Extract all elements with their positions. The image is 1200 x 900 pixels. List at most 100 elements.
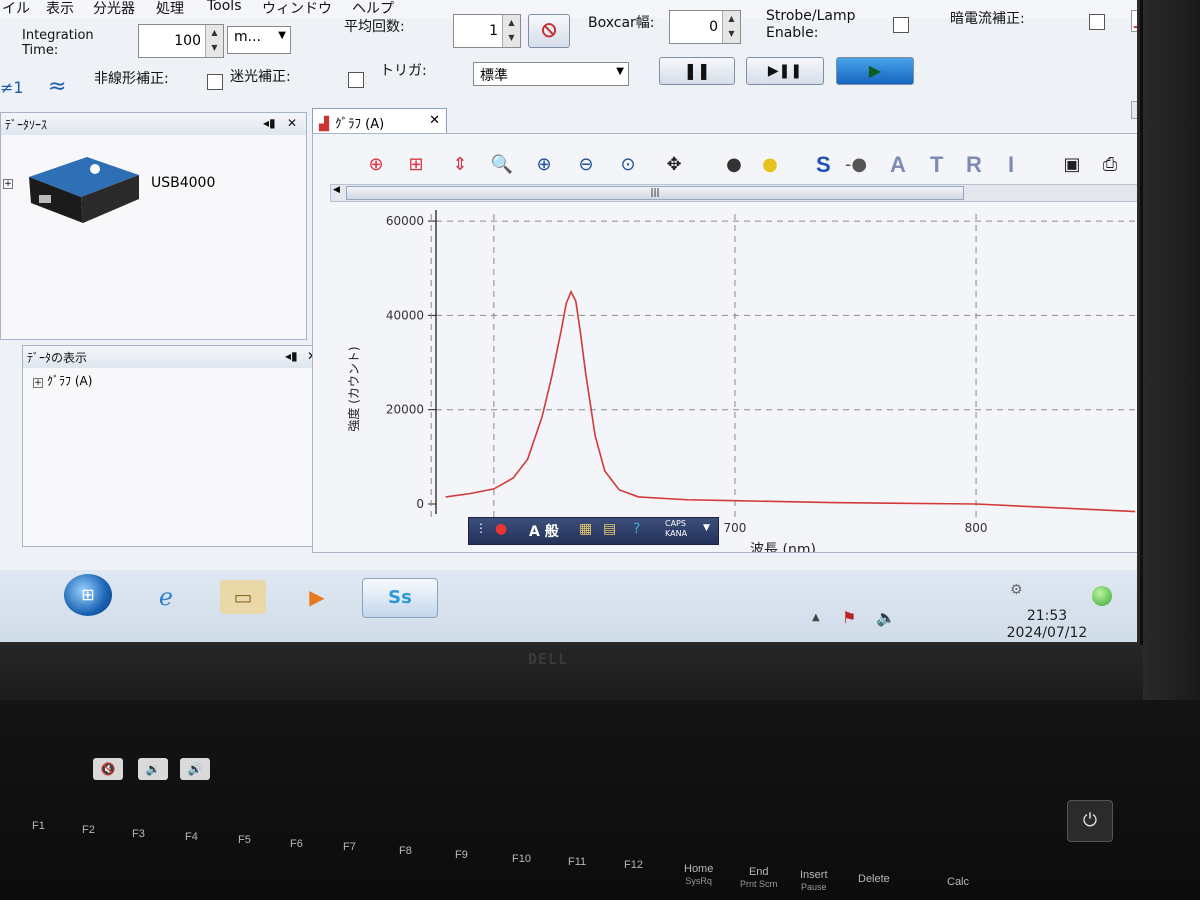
key-f7[interactable]: F7 <box>343 841 356 853</box>
irradiance-mode-icon[interactable]: I <box>1008 152 1014 178</box>
menu-view[interactable]: 表示 <box>46 0 74 18</box>
scroll-left-icon[interactable]: ◀ <box>333 185 340 195</box>
volume-icon[interactable]: 🔈 <box>876 608 896 627</box>
approx-icon[interactable]: ≈ <box>48 74 66 99</box>
menu-window[interactable]: ウィンドウ <box>262 0 332 18</box>
ime-dictionary-icon[interactable]: ▦ <box>579 521 592 537</box>
spectrometer-device-icon[interactable] <box>21 149 141 225</box>
key-f8[interactable]: F8 <box>399 845 412 857</box>
network-icon[interactable]: ⚙ <box>1010 582 1023 598</box>
ime-mode[interactable]: A 般 <box>529 521 559 541</box>
expand-icon[interactable]: + <box>3 179 13 189</box>
pause-button[interactable]: ❚❚ <box>659 57 735 85</box>
close-icon[interactable]: ✕ <box>287 116 297 130</box>
media-player-icon[interactable]: ▶ <box>294 580 340 614</box>
ime-caps: CAPS <box>665 519 686 528</box>
play-button[interactable]: ▶ <box>836 57 914 85</box>
spectrum-chart[interactable]: 0200004000060000600700800波長 (nm)強度 (カウント… <box>318 204 1140 552</box>
tree-item-graph[interactable]: + ｸﾞﾗﾌ (A) <box>33 372 92 389</box>
power-icon[interactable]: ⏻ <box>1067 800 1113 842</box>
volume-down-key-icon[interactable]: 🔉 <box>138 758 168 780</box>
zoom-out-icon[interactable]: ⊖ <box>572 154 600 175</box>
not-equal-icon[interactable]: ≠1 <box>0 78 24 97</box>
scope-mode-icon[interactable]: S <box>816 152 831 178</box>
spin-arrows-icon[interactable]: ▲ ▼ <box>502 15 520 47</box>
close-icon[interactable]: ✕ <box>429 113 440 128</box>
key-f2[interactable]: F2 <box>82 824 95 836</box>
key-f3[interactable]: F3 <box>132 828 145 840</box>
zoom-vertical-icon[interactable]: ⇕ <box>446 154 474 175</box>
menu-tools[interactable]: Tools <box>207 0 242 14</box>
pin-icon[interactable]: ◂▮ <box>285 349 298 363</box>
ime-language-bar[interactable]: ⋮ ● A 般 ▦ ▤ ? CAPS KANA ▼ <box>468 517 719 545</box>
key-insert[interactable]: Insert Pause <box>800 869 828 893</box>
absorbance-mode-icon[interactable]: A <box>890 152 906 178</box>
volume-up-key-icon[interactable]: 🔊 <box>180 758 210 780</box>
averaging-field[interactable]: 1 ▲ ▼ <box>453 14 521 48</box>
strobe-checkbox[interactable] <box>893 17 909 33</box>
start-button[interactable]: ⊞ <box>64 574 112 616</box>
action-center-icon[interactable]: ⚑ <box>842 608 856 627</box>
show-hidden-icons-icon[interactable]: ▲ <box>812 612 820 623</box>
ime-options-icon[interactable]: ▼ <box>703 523 710 533</box>
integration-time-field[interactable]: 100 ▲ ▼ <box>138 24 224 58</box>
save-icon[interactable]: ▣ <box>1058 154 1086 175</box>
system-clock[interactable]: 21:53 2024/07/12 <box>992 608 1102 642</box>
key-f6[interactable]: F6 <box>290 838 303 850</box>
horizontal-scrollbar[interactable]: ◀|||▶ <box>330 184 1137 202</box>
menu-process[interactable]: 処理 <box>156 0 184 18</box>
spectrasuite-task-icon[interactable]: Ss <box>362 578 438 618</box>
internet-explorer-icon[interactable]: ℯ <box>143 580 189 614</box>
device-name[interactable]: USB4000 <box>151 175 215 191</box>
dark-correction-checkbox[interactable] <box>1089 14 1105 30</box>
ime-logo-icon[interactable]: ● <box>495 521 507 537</box>
key-f9[interactable]: F9 <box>455 849 468 861</box>
lamp-off-icon[interactable]: ● <box>720 154 748 175</box>
lamp-on-icon[interactable]: ● <box>756 154 784 175</box>
pin-icon[interactable]: ◂▮ <box>263 116 276 130</box>
key-f12[interactable]: F12 <box>624 859 643 871</box>
single-acquire-button[interactable]: ▶❚❚ <box>746 57 824 85</box>
integration-unit-select[interactable]: m... ▼ <box>227 26 291 54</box>
zoom-reset-icon[interactable]: ⊙ <box>614 154 642 175</box>
reflection-mode-icon[interactable]: R <box>966 152 982 178</box>
zoom-in-icon[interactable]: ⊕ <box>530 154 558 175</box>
explorer-folder-icon[interactable]: ▭ <box>220 580 266 614</box>
key-end[interactable]: End Prnt Scrn <box>740 866 778 890</box>
key-f4[interactable]: F4 <box>185 831 198 843</box>
help-icon[interactable]: ? <box>633 521 640 537</box>
expand-icon[interactable]: + <box>33 378 43 388</box>
boxcar-field[interactable]: 0 ▲ ▼ <box>669 10 741 44</box>
key-home[interactable]: Home SysRq <box>684 863 713 887</box>
nonlinear-checkbox[interactable] <box>207 74 223 90</box>
stray-light-checkbox[interactable] <box>348 72 364 88</box>
tab-graph[interactable]: ▟ ｸﾞﾗﾌ (A) ✕ <box>312 108 447 134</box>
print-icon[interactable]: ⎙ <box>1096 154 1124 175</box>
menu-spectrometer[interactable]: 分光器 <box>93 0 135 18</box>
graph-icon[interactable]: ▁▟ <box>1131 10 1137 32</box>
stop-icon[interactable]: ⦸ <box>528 14 570 48</box>
zoom-fit-icon[interactable]: 🔍 <box>488 154 516 175</box>
copy-icon[interactable]: ⧉ <box>1130 154 1137 175</box>
reference-icon[interactable]: -● <box>842 154 870 175</box>
menu-file[interactable]: イル <box>2 0 30 18</box>
mute-key-icon[interactable]: 🔇 <box>93 758 123 780</box>
transmission-mode-icon[interactable]: T <box>930 152 943 178</box>
scrollbar-thumb[interactable]: ||| <box>346 186 964 200</box>
laptop-screen: イル 表示 分光器 処理 Tools ウィンドウ ヘルプ Integration… <box>0 0 1140 645</box>
spin-arrows-icon[interactable]: ▲ ▼ <box>722 11 740 43</box>
key-f11[interactable]: F11 <box>568 856 586 868</box>
ime-pad-icon[interactable]: ▤ <box>603 521 616 537</box>
key-delete[interactable]: Delete <box>858 873 890 885</box>
tab-scroll-arrows-icon[interactable]: ◀ ▶ <box>1131 101 1137 119</box>
key-f1[interactable]: F1 <box>32 820 45 832</box>
key-f10[interactable]: F10 <box>512 853 531 865</box>
zoom-box-icon[interactable]: ⊞ <box>402 154 430 175</box>
ime-handle-icon[interactable]: ⋮ <box>475 521 487 535</box>
key-f5[interactable]: F5 <box>238 834 251 846</box>
crosshair-icon[interactable]: ⊕ <box>362 154 390 175</box>
pan-icon[interactable]: ✥ <box>660 154 688 175</box>
key-calc[interactable]: Calc <box>947 876 969 888</box>
trigger-select[interactable]: 標準 ▼ <box>473 62 629 86</box>
spin-arrows-icon[interactable]: ▲ ▼ <box>205 25 223 57</box>
